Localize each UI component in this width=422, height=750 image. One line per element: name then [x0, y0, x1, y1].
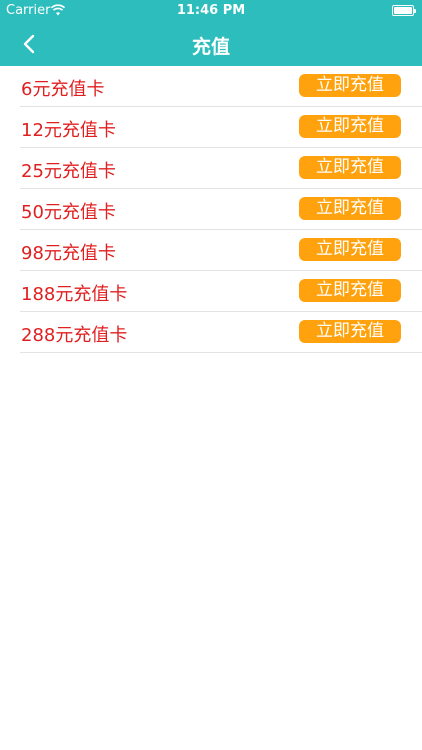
recharge-button[interactable]: 立即充值 [299, 197, 401, 220]
recharge-button[interactable]: 立即充值 [299, 238, 401, 261]
recharge-button[interactable]: 立即充值 [299, 156, 401, 179]
card-list: 6元充值卡 立即充值 12元充值卡 立即充值 25元充值卡 立即充值 50元充值… [0, 66, 422, 353]
card-label: 6元充值卡 [21, 79, 105, 100]
page-title: 充值 [191, 36, 230, 58]
nav-bar: 充值 [0, 22, 422, 66]
battery-icon [392, 5, 416, 16]
recharge-button[interactable]: 立即充值 [299, 320, 401, 343]
card-label: 12元充值卡 [21, 120, 116, 141]
list-item: 98元充值卡 立即充值 [20, 230, 422, 271]
card-label: 50元充值卡 [21, 202, 116, 223]
card-label: 25元充值卡 [21, 161, 116, 182]
card-label: 98元充值卡 [21, 243, 116, 264]
recharge-button[interactable]: 立即充值 [299, 115, 401, 138]
list-item: 12元充值卡 立即充值 [20, 107, 422, 148]
header: Carrier 11:46 PM 充值 [0, 0, 422, 66]
card-label: 288元充值卡 [21, 325, 128, 346]
status-bar: Carrier 11:46 PM [0, 0, 422, 22]
card-label: 188元充值卡 [21, 284, 128, 305]
recharge-button[interactable]: 立即充值 [299, 279, 401, 302]
list-item: 6元充值卡 立即充值 [20, 66, 422, 107]
recharge-button[interactable]: 立即充值 [299, 74, 401, 97]
list-item: 25元充值卡 立即充值 [20, 148, 422, 189]
list-item: 288元充值卡 立即充值 [20, 312, 422, 353]
list-item: 188元充值卡 立即充值 [20, 271, 422, 312]
list-item: 50元充值卡 立即充值 [20, 189, 422, 230]
clock-time: 11:46 PM [176, 3, 246, 18]
